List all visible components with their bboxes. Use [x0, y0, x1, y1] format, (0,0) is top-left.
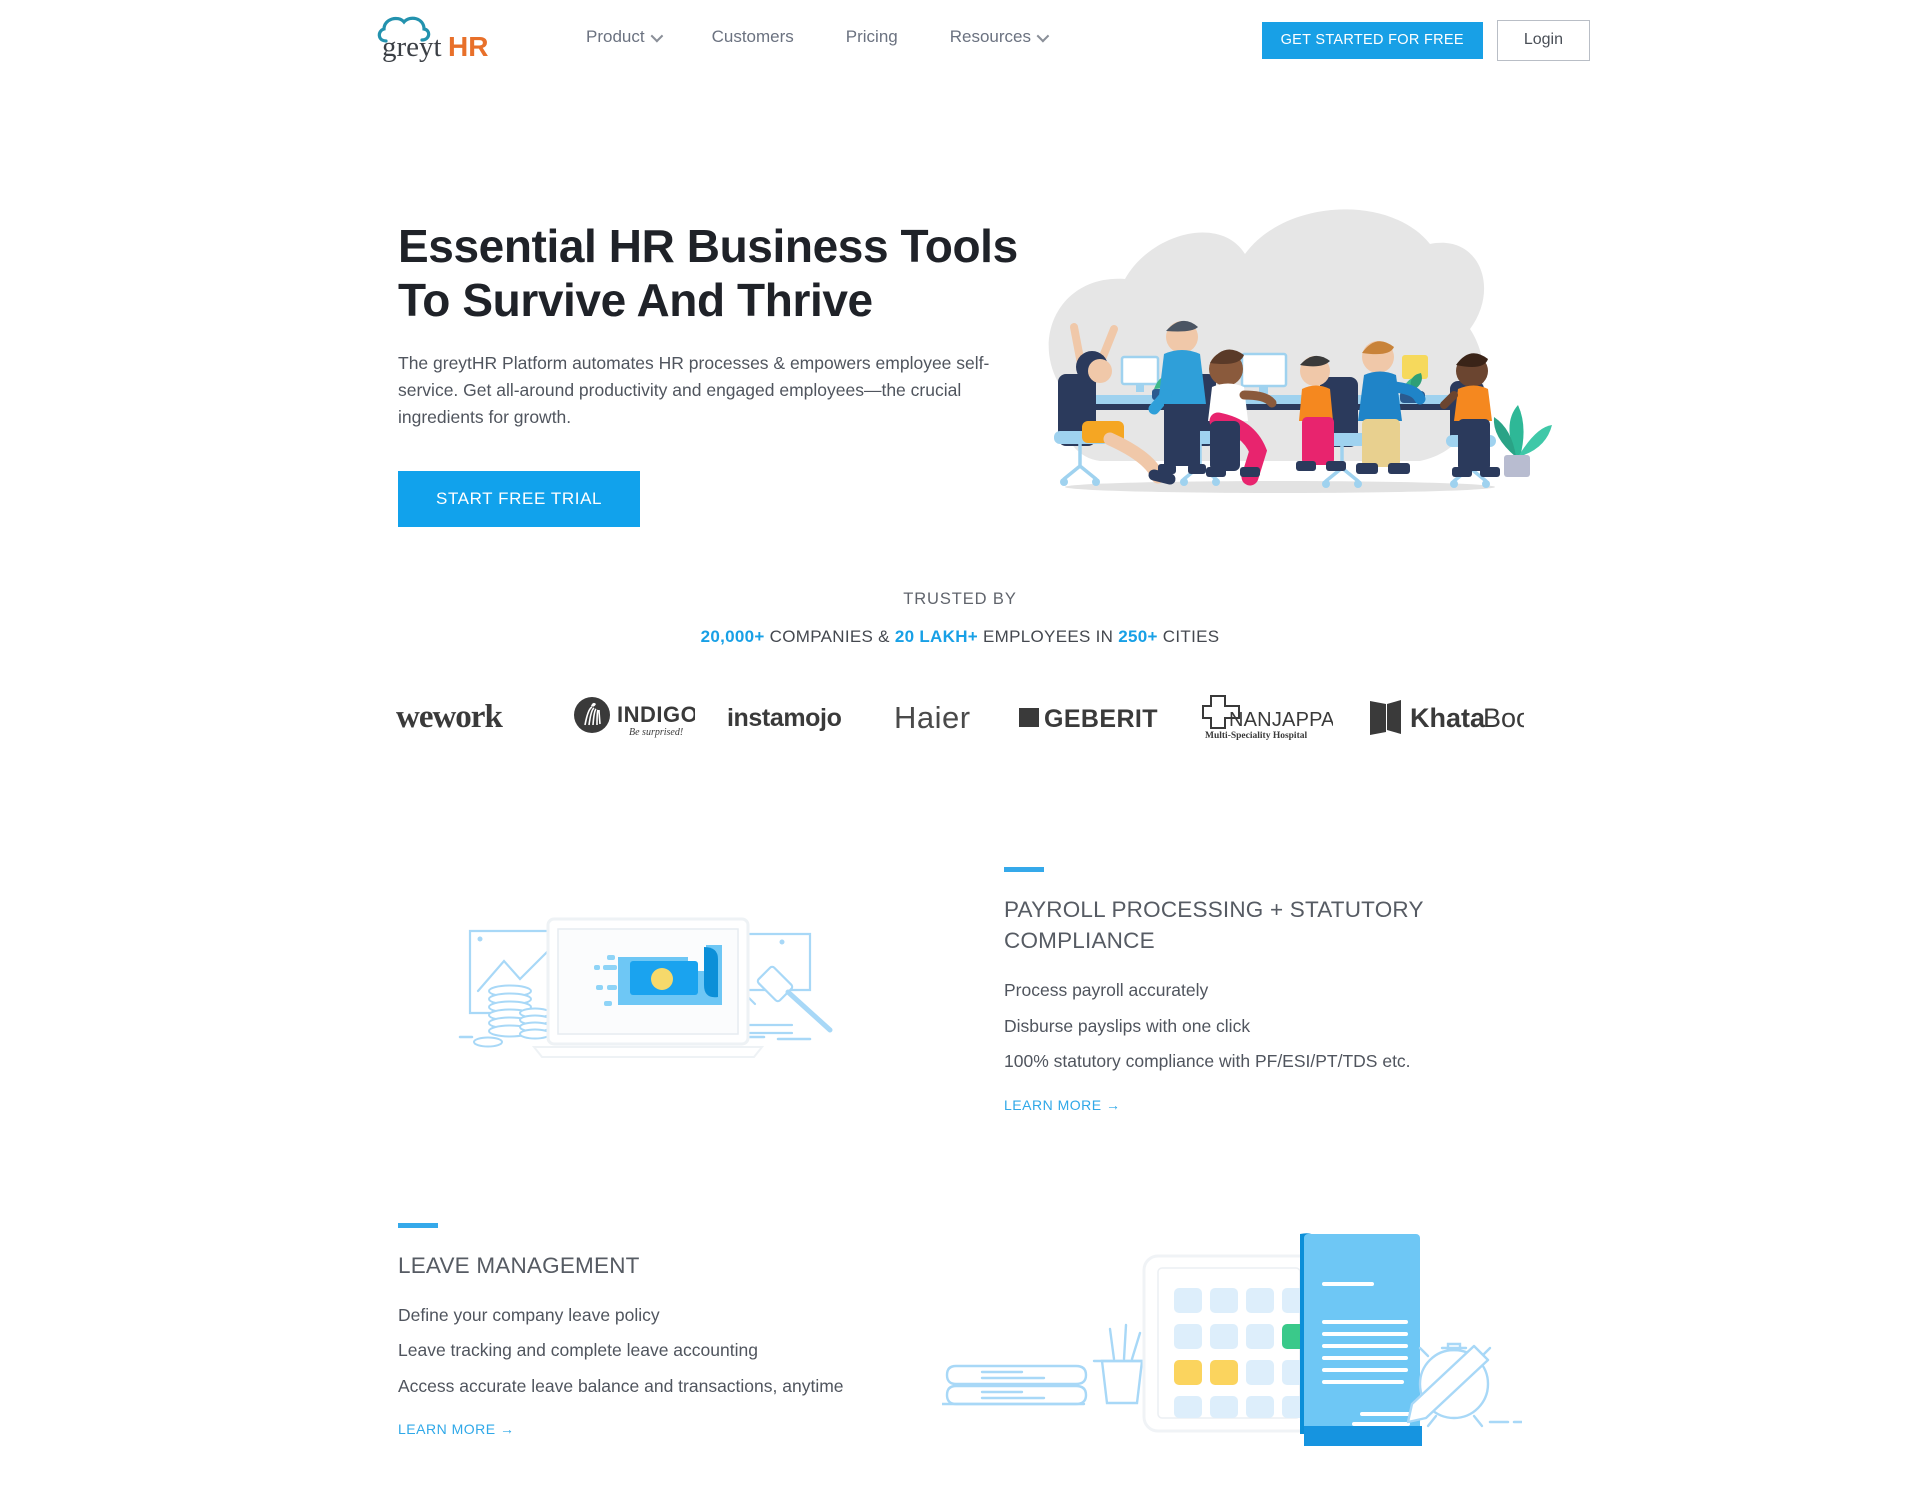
- chevron-down-icon: [1036, 29, 1050, 42]
- leave-text: LEAVE MANAGEMENT Define your company lea…: [398, 1222, 942, 1440]
- greythr-logo[interactable]: greyt HR: [376, 10, 500, 63]
- svg-text:Haier: Haier: [894, 700, 971, 735]
- stat-companies: 20,000+: [700, 627, 765, 646]
- khatabook-logo-icon: Khata Book: [1369, 700, 1524, 735]
- payroll-laptop-illustration-svg: [458, 917, 833, 1058]
- trusted-by-label: TRUSTED BY: [903, 590, 1017, 608]
- page-title: Essential HR Business Tools To Survive A…: [398, 219, 1038, 328]
- get-started-button[interactable]: GET STARTED FOR FREE: [1261, 22, 1483, 59]
- feature-bullets: Define your company leave policy Leave t…: [398, 1304, 882, 1396]
- feature-bullets: Process payroll accurately Disburse pays…: [1004, 982, 1522, 1071]
- feature-payroll: PAYROLL PROCESSING + STATUTORY COMPLIANC…: [0, 867, 1920, 1113]
- nav-item-customers[interactable]: Customers: [686, 27, 820, 47]
- nav-item-label: Resources: [949, 27, 1032, 46]
- learn-more-link-leave[interactable]: LEARN MORE →: [398, 1421, 514, 1437]
- hero-section: Essential HR Business Tools To Survive A…: [0, 74, 1920, 527]
- svg-text:Multi-Speciality Hospital: Multi-Speciality Hospital: [1205, 731, 1307, 741]
- svg-text:INDIGO: INDIGO: [617, 702, 695, 727]
- stat-employees: 20 LAKH+: [894, 627, 979, 646]
- hero-illustration: [1030, 199, 1560, 509]
- payroll-illustration: [398, 909, 898, 1074]
- learn-more-label: LEARN MORE: [398, 1421, 496, 1438]
- stat-companies-suffix: COMPANIES &: [764, 627, 895, 646]
- svg-text:wework: wework: [396, 699, 503, 735]
- arrow-right-icon: →: [499, 1421, 515, 1438]
- section-rule: [1004, 867, 1044, 873]
- chevron-down-icon: [650, 29, 663, 42]
- nav-item-label: Product: [586, 27, 645, 46]
- nav-item-product[interactable]: Product: [560, 27, 686, 47]
- client-logo-wework: wework: [380, 685, 557, 749]
- client-logos: wework INDIGO Be surprised! instamojo Ha…: [0, 685, 1920, 749]
- payroll-text: PAYROLL PROCESSING + STATUTORY COMPLIANC…: [898, 867, 1522, 1114]
- list-item: 100% statutory compliance with PF/ESI/PT…: [1004, 1051, 1411, 1072]
- svg-text:Khata: Khata: [1410, 703, 1486, 733]
- main-navigation: Product Customers Pricing Resources: [560, 0, 1072, 74]
- nav-item-resources[interactable]: Resources: [924, 27, 1072, 47]
- indigo-logo-icon: INDIGO Be surprised!: [573, 697, 695, 738]
- feature-leave: LEAVE MANAGEMENT Define your company lea…: [0, 1201, 1920, 1461]
- client-logo-indigo: INDIGO Be surprised!: [557, 685, 712, 749]
- leave-illustration: [942, 1216, 1522, 1446]
- wework-logo-icon: wework: [396, 699, 504, 735]
- arrow-right-icon: →: [1105, 1096, 1121, 1113]
- svg-text:Book: Book: [1483, 703, 1524, 733]
- list-item: Define your company leave policy: [398, 1304, 660, 1325]
- client-logo-haier: Haier: [878, 685, 1003, 749]
- header-actions: GET STARTED FOR FREE Login: [1261, 20, 1590, 61]
- login-button[interactable]: Login: [1496, 20, 1590, 61]
- client-logo-instamojo: instamojo: [711, 685, 878, 749]
- section-rule: [398, 1222, 438, 1228]
- trusted-by-section: TRUSTED BY 20,000+ COMPANIES & 20 LAKH+ …: [0, 590, 1920, 749]
- nav-item-label: Pricing: [845, 27, 898, 46]
- feature-title: LEAVE MANAGEMENT: [398, 1252, 640, 1278]
- nav-item-label: Customers: [711, 27, 794, 46]
- hero-title-line1: Essential HR Business Tools: [398, 220, 1018, 272]
- list-item: Leave tracking and complete leave accoun…: [398, 1340, 758, 1361]
- svg-text:NANJAPPA: NANJAPPA: [1229, 709, 1333, 731]
- list-item: Access accurate leave balance and transa…: [398, 1375, 844, 1396]
- nav-item-pricing[interactable]: Pricing: [820, 27, 924, 47]
- geberit-logo-icon: GEBERIT: [1018, 705, 1158, 733]
- nanjappa-logo-icon: NANJAPPA Multi-Speciality Hospital: [1202, 695, 1333, 741]
- hero-subtitle: The greytHR Platform automates HR proces…: [398, 352, 990, 427]
- client-logo-khatabook: Khata Book: [1349, 685, 1540, 749]
- office-team-illustration-svg: [1048, 209, 1552, 493]
- learn-more-label: LEARN MORE: [1004, 1096, 1102, 1113]
- stat-employees-suffix: EMPLOYEES IN: [978, 627, 1119, 646]
- start-free-trial-button[interactable]: START FREE TRIAL: [398, 470, 641, 527]
- list-item: Disburse payslips with one click: [1004, 1015, 1251, 1036]
- hero-title-line2: To Survive And Thrive: [398, 274, 873, 327]
- feature-title: PAYROLL PROCESSING + STATUTORY COMPLIANC…: [1004, 897, 1424, 953]
- svg-text:HR: HR: [448, 31, 488, 62]
- client-logo-nanjappa: NANJAPPA Multi-Speciality Hospital: [1185, 685, 1350, 749]
- haier-logo-icon: Haier: [894, 700, 971, 735]
- svg-text:greyt: greyt: [382, 31, 442, 62]
- stat-cities: 250+: [1118, 627, 1158, 646]
- greythr-logo-svg: greyt HR: [377, 16, 488, 63]
- site-header: greyt HR Product Customers Pricing Resou…: [0, 0, 1920, 74]
- learn-more-link-payroll[interactable]: LEARN MORE →: [1004, 1097, 1120, 1113]
- svg-text:Be surprised!: Be surprised!: [629, 727, 683, 738]
- trusted-by-stats: 20,000+ COMPANIES & 20 LAKH+ EMPLOYEES I…: [0, 627, 1920, 647]
- leave-calendar-illustration-svg: [942, 1233, 1522, 1446]
- svg-text:GEBERIT: GEBERIT: [1044, 705, 1158, 733]
- svg-text:instamojo: instamojo: [727, 704, 842, 732]
- list-item: Process payroll accurately: [1004, 980, 1209, 1001]
- stat-cities-suffix: CITIES: [1157, 627, 1220, 646]
- client-logo-geberit: GEBERIT: [1002, 685, 1185, 749]
- hero-copy: Essential HR Business Tools To Survive A…: [398, 219, 1038, 527]
- instamojo-logo-icon: instamojo: [727, 704, 842, 732]
